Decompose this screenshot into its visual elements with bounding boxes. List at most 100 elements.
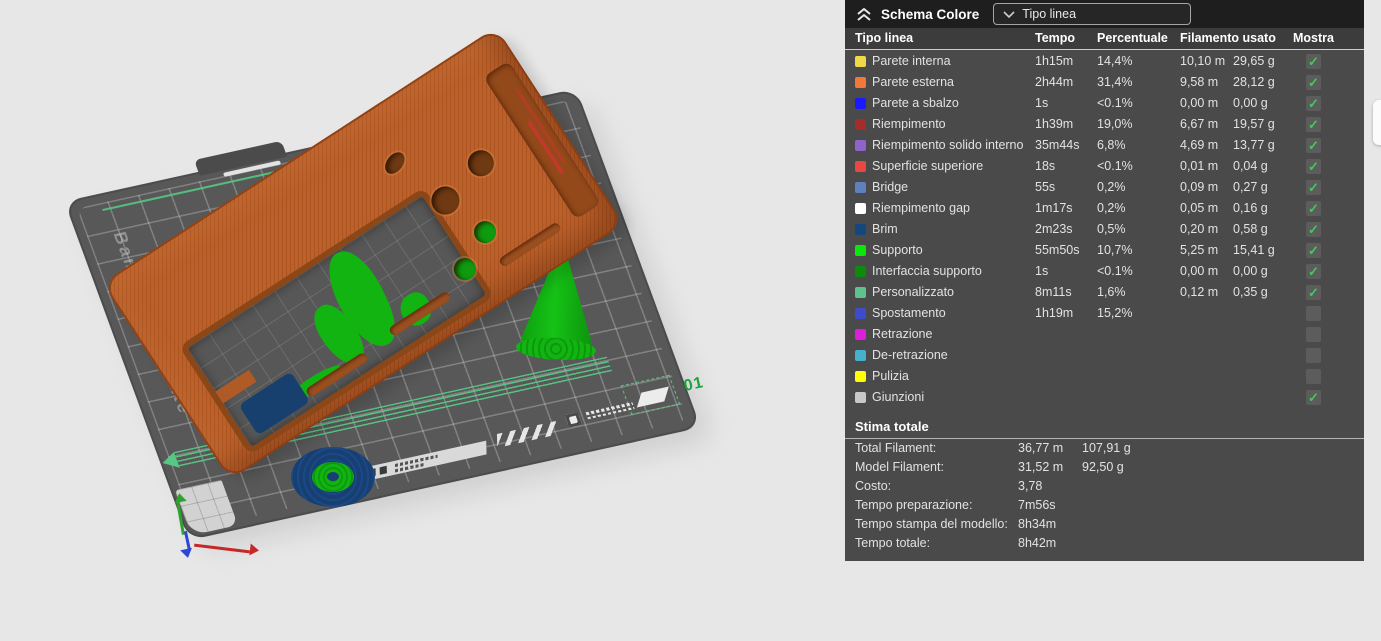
total-value-1: 36,77 m [1018, 439, 1063, 458]
header-percentuale: Percentuale [1097, 28, 1168, 49]
header-tipo-linea: Tipo linea [855, 28, 913, 49]
line-type-filament-length: 5,25 m [1180, 240, 1218, 261]
line-type-color-swatch [855, 350, 866, 361]
model-hole [381, 149, 408, 178]
panel-header: Schema Colore Tipo linea [845, 0, 1364, 28]
axis-x-line [194, 544, 250, 554]
line-type-color-swatch [855, 161, 866, 172]
line-type-row: Personalizzato 8m11s 1,6% 0,12 m 0,35 g … [845, 282, 1364, 303]
show-checkbox[interactable]: ✓ [1306, 222, 1321, 237]
line-type-filament-weight: 0,00 g [1233, 261, 1268, 282]
panel-title: Schema Colore [881, 7, 979, 22]
total-row: Tempo totale: 8h42m [845, 534, 1364, 553]
total-label: Tempo stampa del modello: [855, 515, 1008, 534]
line-type-percent: 1,6% [1097, 282, 1126, 303]
check-icon: ✓ [1308, 114, 1319, 135]
line-type-time: 35m44s [1035, 135, 1079, 156]
show-checkbox[interactable]: ✓ [1306, 306, 1321, 321]
line-type-time: 55m50s [1035, 240, 1079, 261]
line-type-label: Riempimento solido interno [872, 135, 1023, 156]
line-type-color-swatch [855, 308, 866, 319]
line-type-label: Parete a sbalzo [872, 93, 959, 114]
header-mostra: Mostra [1293, 28, 1334, 49]
line-type-row: Giunzioni ✓ [845, 387, 1364, 408]
line-type-row: Superficie superiore 18s <0.1% 0,01 m 0,… [845, 156, 1364, 177]
line-type-time: 8m11s [1035, 282, 1072, 303]
line-type-label: Parete esterna [872, 72, 954, 93]
view-type-dropdown[interactable]: Tipo linea [993, 3, 1191, 25]
show-checkbox[interactable]: ✓ [1306, 159, 1321, 174]
total-row: Total Filament: 36,77 m 107,91 g [845, 439, 1364, 458]
line-type-row: Pulizia ✓ [845, 366, 1364, 387]
show-checkbox[interactable]: ✓ [1306, 180, 1321, 195]
line-type-time: 1m17s [1035, 198, 1073, 219]
layer-slider-handle[interactable] [1373, 100, 1381, 145]
show-checkbox[interactable]: ✓ [1306, 75, 1321, 90]
origin-axes [170, 493, 280, 565]
line-type-percent: 0,2% [1097, 177, 1126, 198]
line-type-color-swatch [855, 56, 866, 67]
line-type-filament-weight: 0,27 g [1233, 177, 1268, 198]
show-checkbox[interactable]: ✓ [1306, 117, 1321, 132]
line-type-color-swatch [855, 329, 866, 340]
line-type-percent: 0,5% [1097, 219, 1126, 240]
show-checkbox[interactable]: ✓ [1306, 54, 1321, 69]
show-checkbox[interactable]: ✓ [1306, 348, 1321, 363]
total-value-1: 31,52 m [1018, 458, 1063, 477]
line-type-label: Superficie superiore [872, 156, 983, 177]
total-value-2: 107,91 g [1082, 439, 1131, 458]
show-checkbox[interactable]: ✓ [1306, 138, 1321, 153]
model-groove [498, 221, 562, 268]
check-icon: ✓ [1308, 240, 1319, 261]
line-type-label: Brim [872, 219, 898, 240]
line-type-filament-weight: 13,77 g [1233, 135, 1275, 156]
line-type-filament-length: 0,05 m [1180, 198, 1218, 219]
totals-heading: Stima totale [855, 419, 1364, 434]
viewport-3d[interactable]: Bambu Cool Plate [0, 0, 845, 641]
line-type-row: Spostamento 1h19m 15,2% ✓ [845, 303, 1364, 324]
line-type-percent: 6,8% [1097, 135, 1126, 156]
total-value-1: 8h42m [1018, 534, 1056, 553]
total-label: Model Filament: [855, 458, 944, 477]
show-checkbox[interactable]: ✓ [1306, 369, 1321, 384]
line-type-label: Retrazione [872, 324, 932, 345]
chevron-double-up-icon [856, 7, 872, 22]
show-checkbox[interactable]: ✓ [1306, 96, 1321, 111]
line-type-color-swatch [855, 140, 866, 151]
show-checkbox[interactable]: ✓ [1306, 327, 1321, 342]
total-value-2: 92,50 g [1082, 458, 1124, 477]
line-type-time: 1s [1035, 93, 1048, 114]
check-icon: ✓ [1308, 135, 1319, 156]
support-brim-center [327, 472, 339, 481]
show-checkbox[interactable]: ✓ [1306, 201, 1321, 216]
color-scheme-panel: Schema Colore Tipo linea Tipo linea Temp… [845, 0, 1364, 561]
show-checkbox[interactable]: ✓ [1306, 243, 1321, 258]
line-type-row: Parete interna 1h15m 14,4% 10,10 m 29,65… [845, 51, 1364, 72]
show-checkbox[interactable]: ✓ [1306, 390, 1321, 405]
line-type-label: Parete interna [872, 51, 951, 72]
total-row: Model Filament: 31,52 m 92,50 g [845, 458, 1364, 477]
line-type-percent: 31,4% [1097, 72, 1132, 93]
line-type-time: 2m23s [1035, 219, 1073, 240]
line-type-percent: 0,2% [1097, 198, 1126, 219]
check-icon: ✓ [1308, 156, 1319, 177]
line-type-row: Supporto 55m50s 10,7% 5,25 m 15,41 g ✓ [845, 240, 1364, 261]
line-type-time: 1s [1035, 261, 1048, 282]
axis-z-arrow-icon [180, 548, 194, 559]
check-icon: ✓ [1308, 177, 1319, 198]
line-type-filament-weight: 28,12 g [1233, 72, 1275, 93]
show-checkbox[interactable]: ✓ [1306, 285, 1321, 300]
collapse-panel-button[interactable] [855, 6, 873, 22]
line-type-filament-length: 6,67 m [1180, 114, 1218, 135]
total-label: Costo: [855, 477, 891, 496]
show-checkbox[interactable]: ✓ [1306, 264, 1321, 279]
line-type-filament-length: 0,00 m [1180, 93, 1218, 114]
view-type-value: Tipo linea [1022, 7, 1076, 21]
line-type-color-swatch [855, 266, 866, 277]
total-value-1: 3,78 [1018, 477, 1042, 496]
line-type-label: Riempimento [872, 114, 946, 135]
total-label: Tempo totale: [855, 534, 930, 553]
check-icon: ✓ [1308, 261, 1319, 282]
totals-rows: Total Filament: 36,77 m 107,91 g Model F… [845, 439, 1364, 553]
line-type-filament-length: 9,58 m [1180, 72, 1218, 93]
